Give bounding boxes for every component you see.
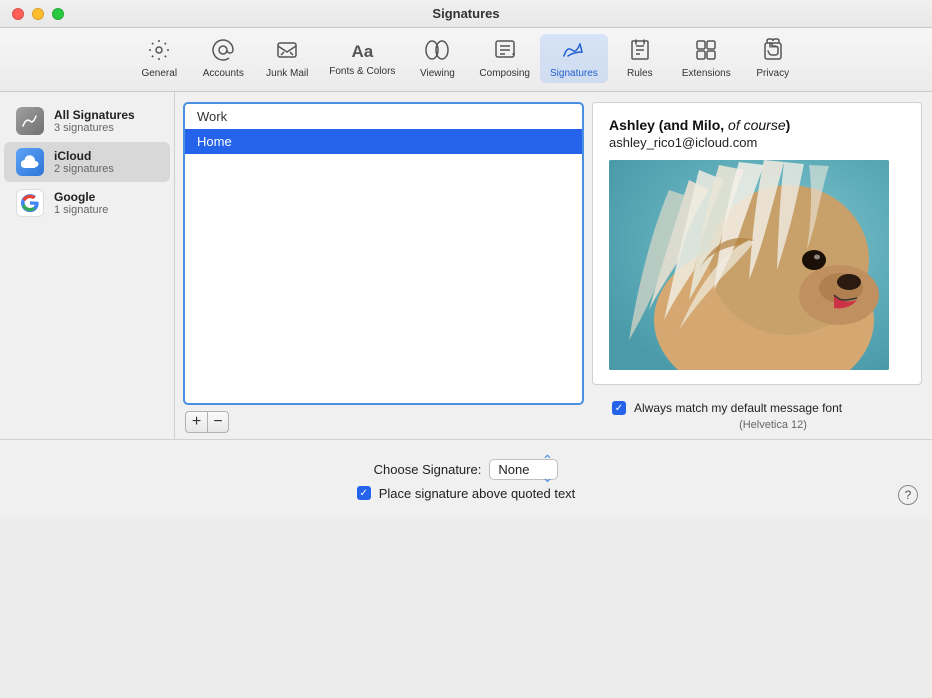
place-sig-checkbox[interactable]: ✓ [357, 486, 371, 500]
toolbar-label-accounts: Accounts [203, 68, 244, 79]
icloud-text: iCloud 2 signatures [54, 149, 114, 175]
fonts-icon: Aa [351, 40, 373, 64]
window-controls [12, 8, 64, 20]
toolbar-item-general[interactable]: General [127, 34, 191, 83]
signature-dog-photo [609, 160, 889, 370]
all-signatures-text: All Signatures 3 signatures [54, 108, 135, 134]
signature-preview-email: ashley_rico1@icloud.com [609, 135, 905, 150]
font-match-section: ✓ Always match my default message font (… [592, 385, 932, 439]
place-sig-row: ✓ Place signature above quoted text [357, 486, 576, 501]
font-match-sub: (Helvetica 12) [602, 419, 922, 437]
toolbar-label-signatures: Signatures [550, 68, 598, 79]
sidebar: All Signatures 3 signatures iCloud 2 sig… [0, 92, 175, 439]
google-count: 1 signature [54, 204, 108, 216]
toolbar-item-extensions[interactable]: Extensions [672, 34, 741, 83]
toolbar-label-junk-mail: Junk Mail [266, 68, 308, 79]
minimize-button[interactable] [32, 8, 44, 20]
help-button[interactable]: ? [898, 485, 918, 505]
google-name: Google [54, 190, 108, 204]
remove-signature-button[interactable]: − [207, 411, 229, 433]
right-section: Ashley (and Milo, of course) ashley_rico… [592, 92, 932, 439]
privacy-icon [761, 38, 785, 66]
window-title: Signatures [432, 6, 499, 21]
preview-name-bold: Ashley [609, 117, 655, 133]
choose-sig-label: Choose Signature: [374, 462, 482, 477]
sidebar-item-all-signatures[interactable]: All Signatures 3 signatures [4, 101, 170, 141]
preview-name-rest: (and Milo, of course) [655, 117, 790, 133]
font-match-label: Always match my default message font [634, 401, 842, 415]
all-signatures-count: 3 signatures [54, 122, 135, 134]
google-icon [16, 189, 44, 217]
font-match-row: ✓ Always match my default message font [602, 393, 852, 419]
toolbar-label-general: General [141, 68, 177, 79]
center-panel: Work Home + − [175, 92, 592, 439]
toolbar: General Accounts Junk Mail Aa Fonts & Co… [0, 28, 932, 92]
toolbar-label-composing: Composing [479, 68, 530, 79]
icloud-count: 2 signatures [54, 163, 114, 175]
icloud-icon [16, 148, 44, 176]
toolbar-label-rules: Rules [627, 68, 653, 79]
all-signatures-icon [16, 107, 44, 135]
toolbar-item-signatures[interactable]: Signatures [540, 34, 608, 83]
toolbar-label-fonts-colors: Fonts & Colors [329, 66, 395, 77]
rules-icon [628, 38, 652, 66]
icloud-name: iCloud [54, 149, 114, 163]
toolbar-item-privacy[interactable]: Privacy [741, 34, 805, 83]
choose-sig-select-wrapper: None Work Home ⌃⌄ [489, 459, 558, 480]
add-signature-button[interactable]: + [185, 411, 207, 433]
at-icon [211, 38, 235, 66]
signature-item-home[interactable]: Home [185, 129, 582, 154]
signature-preview-name: Ashley (and Milo, of course) [609, 117, 905, 133]
junk-mail-icon [275, 38, 299, 66]
google-text: Google 1 signature [54, 190, 108, 216]
all-signatures-name: All Signatures [54, 108, 135, 122]
signatures-icon [560, 38, 588, 66]
choose-sig-select[interactable]: None Work Home [489, 459, 558, 480]
choose-sig-row: Choose Signature: None Work Home ⌃⌄ [374, 459, 559, 480]
toolbar-item-fonts-colors[interactable]: Aa Fonts & Colors [319, 36, 405, 81]
toolbar-item-accounts[interactable]: Accounts [191, 34, 255, 83]
close-button[interactable] [12, 8, 24, 20]
gear-icon [147, 38, 171, 66]
composing-icon [493, 38, 517, 66]
toolbar-item-junk-mail[interactable]: Junk Mail [255, 34, 319, 83]
preview-panel: Ashley (and Milo, of course) ashley_rico… [592, 102, 922, 385]
signatures-list: Work Home [183, 102, 584, 405]
toolbar-label-viewing: Viewing [420, 68, 455, 79]
bottom-bar: Choose Signature: None Work Home ⌃⌄ ✓ Pl… [0, 439, 932, 519]
toolbar-item-viewing[interactable]: Viewing [405, 34, 469, 83]
toolbar-label-extensions: Extensions [682, 68, 731, 79]
preview-name-italic: of course [728, 117, 786, 133]
font-match-checkbox[interactable]: ✓ [612, 401, 626, 415]
maximize-button[interactable] [52, 8, 64, 20]
viewing-icon [423, 38, 451, 66]
toolbar-item-composing[interactable]: Composing [469, 34, 540, 83]
signature-item-work[interactable]: Work [185, 104, 582, 129]
place-sig-label: Place signature above quoted text [379, 486, 576, 501]
titlebar: Signatures [0, 0, 932, 28]
content-body: All Signatures 3 signatures iCloud 2 sig… [0, 92, 932, 439]
sidebar-item-icloud[interactable]: iCloud 2 signatures [4, 142, 170, 182]
extensions-icon [694, 38, 718, 66]
list-controls: + − [183, 405, 584, 439]
toolbar-item-rules[interactable]: Rules [608, 34, 672, 83]
toolbar-label-privacy: Privacy [756, 68, 789, 79]
sidebar-item-google[interactable]: Google 1 signature [4, 183, 170, 223]
